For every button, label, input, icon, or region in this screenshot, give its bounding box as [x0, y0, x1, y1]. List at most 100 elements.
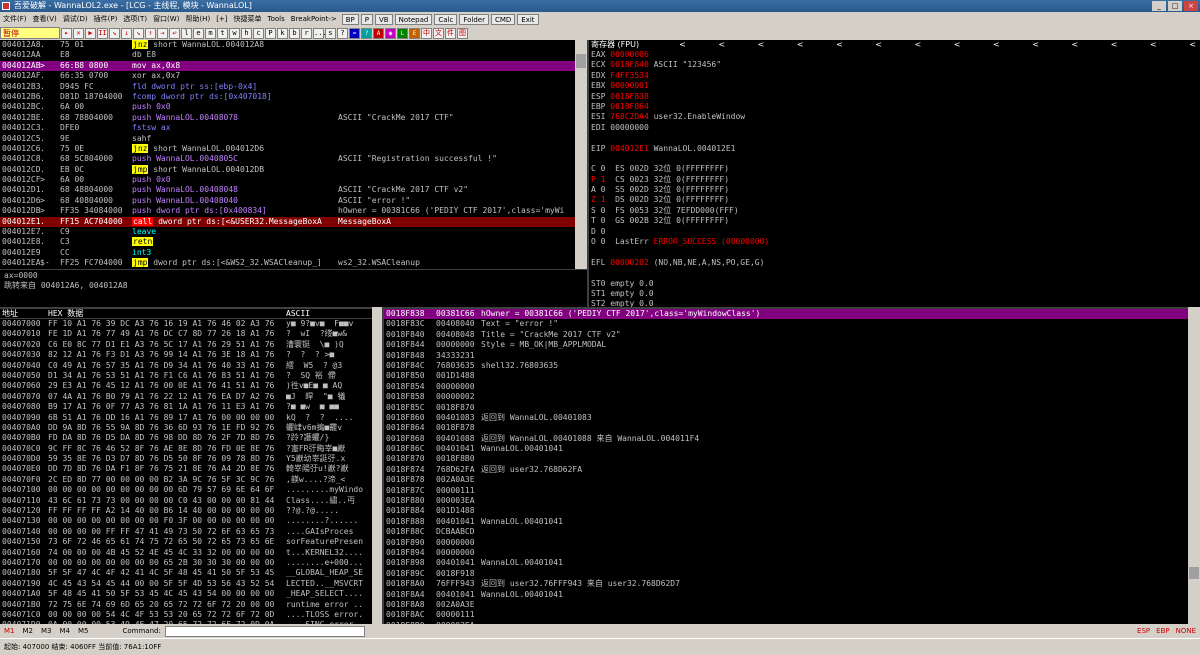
toolbar-button[interactable]: k — [277, 27, 288, 39]
disasm-row[interactable]: 004012BE. 68 78804000 push WannaLOL.004080… — [0, 113, 575, 123]
hex-dump-pane[interactable]: 地址 HEX 数据 ASCII 00407000 FF 10 A1 76 39 DC A… — [0, 307, 372, 624]
dump-row[interactable]: 00407190 4C 45 43 54 45 44 00 00 5F 5F 4D… — [0, 579, 372, 589]
disasm-row[interactable]: 004012A8. 75 01 jnz short WannaLOL.004012A… — [0, 40, 575, 50]
dump-row[interactable]: 004070D0 59 35 8E 76 D3 D7 8D 76 D5 50 8F… — [0, 454, 372, 464]
toolbar-button[interactable]: l — [181, 27, 192, 39]
dump-row[interactable]: 00407110 43 6C 61 73 73 00 00 00 00 C0 43… — [0, 496, 372, 506]
dump-row[interactable]: 00407020 C6 E0 8C 77 D1 E1 A3 76 5C 17 A1… — [0, 340, 372, 350]
minimize-button[interactable]: _ — [1152, 1, 1166, 11]
flag-value[interactable]: S 0 — [591, 206, 615, 215]
flag-value[interactable]: A 0 — [591, 185, 615, 194]
disasm-row[interactable]: 004012C6. 75 0E jnz short WannaLOL.004012D… — [0, 143, 575, 154]
disasm-row[interactable]: 004012C8. 68 5C804000 push WannaLOL.004080… — [0, 154, 575, 164]
flag-row[interactable]: C 0 ES 002D 32位 0(FFFFFFFF) — [589, 164, 1200, 174]
disasm-row[interactable]: 004012AA E8 db E8 — [0, 50, 575, 60]
disasm-row[interactable]: 004012CD. EB 0C jmp short WannaLOL.004012D… — [0, 164, 575, 175]
command-input[interactable] — [164, 625, 365, 637]
register-value[interactable]: 00000000 — [610, 123, 649, 132]
register-value[interactable]: 004012E1 — [610, 144, 649, 153]
stack-scrollbar[interactable] — [1188, 307, 1200, 624]
disasm-row[interactable]: 004012C5. 9E sahf — [0, 134, 575, 144]
stack-row[interactable]: 0018F84C 76803635 shell32.76803635 — [384, 361, 1188, 371]
toolbar-button[interactable]: t — [217, 27, 228, 39]
disasm-row[interactable]: 004012D1. 68 48804000 push WannaLOL.004080… — [0, 185, 575, 195]
register-row[interactable]: EBX 00000001 — [589, 81, 1200, 91]
stack-row[interactable]: 0018F844 00000000 Style = MB_OK|MB_APPLMOD… — [384, 340, 1188, 350]
dump-row[interactable]: 004071A0 5F 48 45 41 50 5F 53 45 4C 45 43… — [0, 589, 372, 599]
stack-row[interactable]: 0018F85C 0018F870 — [384, 403, 1188, 413]
disasm-row[interactable]: 004012E7. C9 leave — [0, 227, 575, 237]
disasm-row[interactable]: 004012EA $- FF25 FC704000 jmp dword ptr ds:… — [0, 258, 575, 268]
disassembly-scrollbar[interactable] — [575, 40, 587, 269]
menu-item[interactable]: [+] — [213, 15, 230, 23]
register-value[interactable]: 00000006 — [610, 50, 649, 59]
menu-item[interactable]: 调试(D) — [60, 14, 91, 24]
disasm-row[interactable]: 004012B3. D945 FC fld dword ptr ss:[ebp-0x… — [0, 82, 575, 92]
flag-value[interactable]: P 1 — [591, 175, 615, 184]
stack-row[interactable]: 0018F88C DCBAABCD — [384, 527, 1188, 537]
toolbar-button[interactable]: m — [205, 27, 216, 39]
menu-item[interactable]: 快捷菜单 — [231, 14, 265, 24]
stack-row[interactable]: 0018F858 00000002 — [384, 392, 1188, 402]
register-row[interactable]: EDX F4FF3534 — [589, 71, 1200, 81]
flag-value[interactable]: D 0 — [591, 227, 615, 236]
disasm-row[interactable]: 004012C3. DFE0 fstsw ax — [0, 123, 575, 133]
color-toolbar-button[interactable]: ◉ — [385, 27, 396, 39]
stack-row[interactable]: 0018F850 001D1488 — [384, 371, 1188, 381]
register-row[interactable]: ESP 0018F838 — [589, 92, 1200, 102]
color-toolbar-button[interactable]: ? — [361, 27, 372, 39]
toolbar-button[interactable]: ↘ — [109, 27, 120, 39]
register-row[interactable]: EFL 00000202 (NO,NB,NE,A,NS,PO,GE,G) — [589, 258, 1200, 268]
register-row[interactable]: EAX 00000006 — [589, 50, 1200, 60]
toolbar-button[interactable]: ▶ — [85, 27, 96, 39]
dump-row[interactable]: 00407180 5F 5F 47 4C 4F 42 41 4C 5F 48 45… — [0, 568, 372, 578]
disasm-row[interactable]: 004012DB > FF35 34084000 push dword ptr ds:… — [0, 206, 575, 216]
dump-row[interactable]: 00407090 6B 51 A1 76 DD 16 A1 76 89 17 A1… — [0, 413, 372, 423]
dump-header-hex[interactable]: HEX 数据 — [48, 309, 284, 319]
disasm-row[interactable]: 004012E8. C3 retn — [0, 237, 575, 247]
registers-nav-arrows[interactable]: < < < < < < < < < < < < < < < < < < < < — [679, 40, 1200, 49]
flag-row[interactable]: O 0 LastErr ERROR_SUCCESS (00000000) — [589, 237, 1200, 247]
fpu-row[interactable]: ST1 empty 0.0 — [589, 289, 1200, 299]
flag-row[interactable]: Z 1 DS 002D 32位 0(FFFFFFFF) — [589, 195, 1200, 205]
dump-row[interactable]: 00407150 73 6F 72 46 65 61 74 75 72 65 50… — [0, 537, 372, 547]
disasm-row[interactable]: 004012E9 CC int3 — [0, 248, 575, 258]
dump-row[interactable]: 00407060 29 E3 A1 76 45 12 A1 76 00 0E A1… — [0, 381, 372, 391]
stack-row[interactable]: 0018F8A0 76FFF943 返回到 user32.76FFF943 来自 u… — [384, 579, 1188, 589]
plugin-button[interactable]: CMD — [490, 13, 516, 25]
dump-row[interactable]: 00407050 D1 34 A1 76 53 51 A1 76 F1 C6 A1… — [0, 371, 372, 381]
flag-row[interactable]: D 0 — [589, 227, 1200, 237]
stack-row[interactable]: 0018F880 000003EA — [384, 496, 1188, 506]
fpu-row[interactable]: ST2 empty 0.0 — [589, 299, 1200, 307]
toolbar-button[interactable]: ▸ — [61, 27, 72, 39]
menu-item[interactable]: 文件(F) — [0, 14, 30, 24]
menu-item[interactable]: 帮助(H) — [182, 14, 213, 24]
disasm-row[interactable]: 004012AF. 66:35 0700 xor ax,0x7 — [0, 71, 575, 81]
registers-pane[interactable]: 寄存器 (FPU) < < < < < < < < < < < < < < < <… — [587, 40, 1200, 307]
dump-row[interactable]: 00407030 82 12 A1 76 F3 D1 A3 76 99 14 A1… — [0, 350, 372, 360]
dump-scrollbar[interactable] — [372, 307, 382, 624]
menu-item[interactable]: 窗口(W) — [150, 14, 182, 24]
dump-row[interactable]: 004070A0 DD 9A 8D 76 55 9A 8D 76 36 6D 93… — [0, 423, 372, 433]
dump-row[interactable]: 004070E0 DD 7D 8D 76 DA F1 8F 76 75 21 8E… — [0, 464, 372, 474]
flag-row[interactable]: P 1 CS 0023 32位 0(FFFFFFFF) — [589, 175, 1200, 185]
toolbar-button[interactable]: 中 — [421, 27, 432, 39]
stack-row[interactable]: 0018F870 0018F8B0 — [384, 454, 1188, 464]
memory-window-tab[interactable]: M4 — [56, 627, 75, 635]
dump-row[interactable]: 00407130 00 00 00 00 00 00 00 00 F0 3F 00… — [0, 516, 372, 526]
flag-value[interactable]: Z 1 — [591, 195, 615, 204]
stack-row[interactable]: 0018F848 34333231 — [384, 351, 1188, 361]
dump-row[interactable]: 004070C0 9C FF 8C 76 46 52 8F 76 AE 8E 8D… — [0, 444, 372, 454]
register-row[interactable]: EDI 00000000 — [589, 123, 1200, 133]
toolbar-button[interactable]: ? — [337, 27, 348, 39]
menu-item[interactable]: Tools — [265, 15, 288, 23]
toolbar-button[interactable]: ↓ — [121, 27, 132, 39]
stack-row[interactable]: 0018F86C 00401041 WannaLOL.00401041 — [384, 444, 1188, 454]
register-row[interactable]: ESI 768C2DA4 user32.EnableWindow — [589, 112, 1200, 122]
menu-item[interactable]: 查看(V) — [30, 14, 60, 24]
register-row[interactable]: EBP 0018F864 — [589, 102, 1200, 112]
dump-row[interactable]: 00407010 FE 1D A1 76 77 49 A1 76 DC C7 8D… — [0, 329, 372, 339]
disasm-row[interactable]: 004012D6 >68 40804000 push WannaLOL.004080… — [0, 196, 575, 206]
register-value[interactable]: 00000001 — [610, 81, 649, 90]
stack-row[interactable]: 0018F878 002A0A3E — [384, 475, 1188, 485]
